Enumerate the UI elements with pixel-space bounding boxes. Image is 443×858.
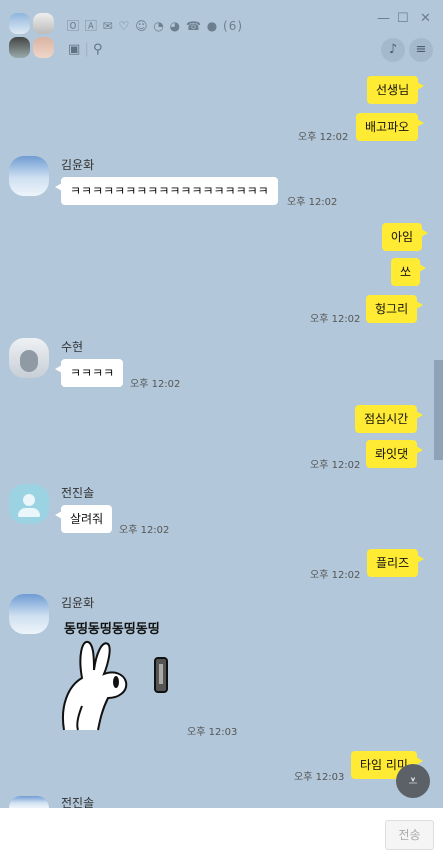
avatar[interactable] bbox=[9, 156, 49, 196]
my-message[interactable]: 쏘 bbox=[391, 258, 427, 286]
close-icon[interactable]: ✕ bbox=[420, 11, 431, 26]
avatar[interactable] bbox=[9, 594, 49, 634]
sender-name: 김윤화 bbox=[61, 158, 95, 172]
timestamp: 오후 12:02 bbox=[130, 379, 181, 390]
default-avatar-body bbox=[18, 508, 40, 517]
timestamp: 오후 12:02 bbox=[310, 314, 361, 325]
avatar[interactable] bbox=[9, 338, 49, 378]
timestamp: 오후 12:02 bbox=[287, 197, 338, 208]
my-message[interactable]: 롸잇댓 bbox=[366, 440, 424, 468]
sender-name: 전진솔 bbox=[61, 486, 95, 500]
my-message[interactable]: 선생님 bbox=[367, 76, 425, 104]
member-thumb bbox=[9, 37, 30, 58]
timestamp: 오후 12:03 bbox=[187, 727, 238, 738]
scrollbar-thumb[interactable] bbox=[434, 360, 443, 460]
search-icon[interactable]: ⚲ bbox=[93, 42, 103, 57]
bell-icon[interactable]: ♪ bbox=[381, 38, 405, 62]
member-thumb bbox=[33, 37, 54, 58]
their-message[interactable]: ㅋㅋㅋㅋㅋㅋㅋㅋㅋㅋㅋㅋㅋㅋㅋㅋㅋㅋ bbox=[55, 177, 278, 205]
their-message[interactable]: 살려줘 bbox=[54, 505, 113, 533]
drawer-icon[interactable]: ▣ bbox=[68, 42, 80, 57]
avatar[interactable] bbox=[9, 796, 49, 808]
timestamp: 오후 12:02 bbox=[119, 525, 170, 536]
timestamp: 오후 12:02 bbox=[310, 570, 361, 581]
timestamp: 오후 12:03 bbox=[294, 772, 345, 783]
my-message[interactable]: 헝그리 bbox=[366, 295, 424, 323]
bunny-sticker[interactable] bbox=[58, 636, 186, 732]
my-message[interactable]: 아임 bbox=[382, 223, 429, 251]
sender-name: 수현 bbox=[61, 340, 84, 354]
chevron-down-icon: ⩡ bbox=[408, 771, 418, 790]
sender-name: 김윤화 bbox=[61, 596, 95, 610]
my-message[interactable]: 배고파오 bbox=[356, 113, 425, 141]
member-thumb bbox=[9, 13, 30, 34]
menu-icon[interactable]: ≡ bbox=[409, 38, 433, 62]
my-message[interactable]: 플리즈 bbox=[367, 549, 425, 577]
member-thumb bbox=[33, 13, 54, 34]
divider: | bbox=[84, 42, 89, 57]
send-button[interactable]: 전송 bbox=[385, 820, 434, 850]
header-tools: ▣ | ⚲ bbox=[68, 42, 103, 57]
timestamp: 오후 12:02 bbox=[298, 132, 349, 143]
their-message[interactable]: ㅋㅋㅋㅋ bbox=[54, 359, 124, 387]
group-avatar[interactable] bbox=[9, 13, 55, 59]
message-input-area[interactable] bbox=[0, 808, 443, 858]
person-silhouette bbox=[20, 350, 38, 372]
minimize-icon[interactable]: — bbox=[377, 11, 390, 26]
sticker-caption: 동띵동띵동띵동띵 bbox=[64, 622, 160, 637]
chat-title[interactable]: 🄾 🄰 ✉ ♡ ☺ ◔ ◕ ☎ ● (6) bbox=[67, 17, 243, 34]
my-message[interactable]: 점심시간 bbox=[355, 405, 424, 433]
chat-header: 🄾 🄰 ✉ ♡ ☺ ◔ ◕ ☎ ● (6) ▣ | ⚲ — ☐ ✕ ♪ ≡ bbox=[0, 0, 443, 70]
maximize-icon[interactable]: ☐ bbox=[397, 11, 409, 26]
default-avatar-head bbox=[23, 494, 35, 506]
avatar[interactable] bbox=[9, 484, 49, 524]
scroll-to-bottom-button[interactable]: ⩡ bbox=[396, 764, 430, 798]
timestamp: 오후 12:02 bbox=[310, 460, 361, 471]
